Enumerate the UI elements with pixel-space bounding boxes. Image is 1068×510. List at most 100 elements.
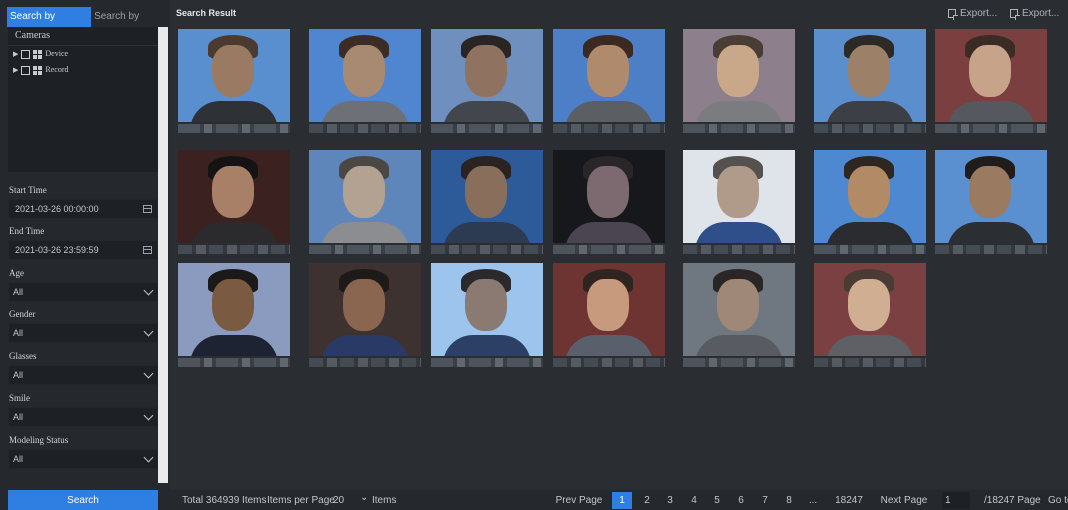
- face-image: [553, 29, 665, 122]
- result-thumbnail[interactable]: [309, 150, 421, 263]
- face-image: [935, 150, 1047, 243]
- thumbnail-caption: [431, 124, 543, 133]
- page-button-5[interactable]: 5: [707, 492, 727, 509]
- go-to-button[interactable]: Go to: [1048, 495, 1068, 506]
- expand-caret-icon[interactable]: ▶: [13, 46, 18, 62]
- result-thumbnail[interactable]: [683, 150, 795, 263]
- prev-page-button[interactable]: Prev Page: [554, 492, 604, 509]
- face-image: [814, 263, 926, 356]
- result-thumbnail[interactable]: [935, 29, 1047, 142]
- result-thumbnail[interactable]: [178, 150, 290, 263]
- tab-search-by-attribute[interactable]: Search by Attribute: [7, 7, 92, 42]
- result-thumbnail[interactable]: [178, 29, 290, 142]
- result-thumbnail[interactable]: [553, 150, 665, 263]
- total-pages: /18247 Page: [984, 495, 1041, 506]
- chevron-down-icon: [143, 285, 154, 296]
- age-value: All: [13, 287, 24, 297]
- device-group-icon: [33, 49, 43, 59]
- modeling-status-select[interactable]: All: [8, 449, 158, 469]
- checkbox[interactable]: [21, 49, 31, 59]
- modeling-status-value: All: [13, 454, 24, 464]
- chevron-down-icon: [143, 368, 154, 379]
- page-button-1[interactable]: 1: [612, 492, 632, 509]
- device-group-icon: [33, 65, 43, 75]
- start-time-label: Start Time: [9, 185, 47, 195]
- result-thumbnail[interactable]: [814, 263, 926, 376]
- result-thumbnail[interactable]: [309, 263, 421, 376]
- page-button-4[interactable]: 4: [684, 492, 704, 509]
- chevron-down-icon[interactable]: ⌄: [360, 492, 368, 503]
- camera-tree-item-record[interactable]: ▶ Record: [8, 62, 158, 78]
- export-button[interactable]: Export...: [948, 8, 997, 20]
- checkbox[interactable]: [21, 65, 31, 75]
- smile-select[interactable]: All: [8, 407, 158, 427]
- page-button-2[interactable]: 2: [637, 492, 657, 509]
- thumbnail-caption: [683, 245, 795, 254]
- calendar-icon[interactable]: [143, 205, 152, 213]
- expand-caret-icon[interactable]: ▶: [13, 62, 18, 78]
- items-per-page-value[interactable]: 20: [333, 495, 344, 506]
- thumbnail-caption: [178, 124, 290, 133]
- thumbnail-caption: [935, 124, 1047, 133]
- thumbnail-caption: [814, 245, 926, 254]
- gender-select[interactable]: All: [8, 323, 158, 343]
- gender-value: All: [13, 328, 24, 338]
- export-icon: [948, 9, 958, 20]
- camera-tree-item-label: Record: [45, 65, 69, 74]
- sidebar-scrollbar[interactable]: [158, 27, 168, 483]
- search-button[interactable]: Search: [8, 490, 158, 510]
- thumbnail-caption: [553, 358, 665, 367]
- page-button-3[interactable]: 3: [660, 492, 680, 509]
- thumbnail-caption: [814, 124, 926, 133]
- end-time-label: End Time: [9, 226, 45, 236]
- result-thumbnail[interactable]: [814, 29, 926, 142]
- result-thumbnail[interactable]: [431, 150, 543, 263]
- thumbnail-caption: [309, 358, 421, 367]
- chevron-down-icon: [143, 326, 154, 337]
- items-per-page-label: Items per Page: [267, 495, 335, 506]
- camera-tree-item-label: Device: [45, 49, 69, 58]
- page-button-8[interactable]: 8: [779, 492, 799, 509]
- camera-tree: Cameras ▶ Device ▶ Record: [8, 27, 158, 172]
- chevron-down-icon: [143, 410, 154, 421]
- result-thumbnail[interactable]: [553, 263, 665, 376]
- result-thumbnail[interactable]: [431, 263, 543, 376]
- page-button-last[interactable]: 18247: [831, 492, 867, 509]
- camera-tree-item-device[interactable]: ▶ Device: [8, 46, 158, 62]
- tab-search-by-picture[interactable]: Search by Picture: [91, 7, 170, 42]
- page-ellipsis[interactable]: ...: [803, 492, 823, 509]
- face-image: [683, 150, 795, 243]
- result-thumbnail[interactable]: [683, 263, 795, 376]
- result-thumbnail[interactable]: [935, 150, 1047, 263]
- face-image: [178, 263, 290, 356]
- result-thumbnail[interactable]: [431, 29, 543, 142]
- result-thumbnail[interactable]: [178, 263, 290, 376]
- export-button[interactable]: Export...: [1010, 8, 1059, 20]
- result-thumbnail[interactable]: [683, 29, 795, 142]
- modeling-status-label: Modeling Status: [9, 435, 69, 445]
- camera-tree-header: Cameras: [8, 27, 158, 46]
- glasses-label: Glasses: [9, 351, 37, 361]
- thumbnail-caption: [814, 358, 926, 367]
- thumbnail-caption: [309, 124, 421, 133]
- end-time-input[interactable]: 2021-03-26 23:59:59: [8, 240, 158, 260]
- start-time-input[interactable]: 2021-03-26 00:00:00: [8, 199, 158, 219]
- smile-label: Smile: [9, 393, 31, 403]
- age-select[interactable]: All: [8, 282, 158, 302]
- face-image: [178, 29, 290, 122]
- filter-sidebar: Search by Attribute Search by Picture Ca…: [0, 0, 170, 510]
- thumbnail-caption: [553, 245, 665, 254]
- search-result-panel: Search Result Export... Export...: [170, 0, 1068, 510]
- calendar-icon[interactable]: [143, 246, 152, 254]
- result-thumbnail[interactable]: [814, 150, 926, 263]
- goto-page-input[interactable]: 1: [942, 492, 970, 509]
- page-button-6[interactable]: 6: [731, 492, 751, 509]
- smile-value: All: [13, 412, 24, 422]
- face-image: [553, 150, 665, 243]
- glasses-select[interactable]: All: [8, 365, 158, 385]
- result-thumbnail[interactable]: [309, 29, 421, 142]
- age-label: Age: [9, 268, 24, 278]
- page-button-7[interactable]: 7: [755, 492, 775, 509]
- next-page-button[interactable]: Next Page: [876, 492, 932, 509]
- result-thumbnail[interactable]: [553, 29, 665, 142]
